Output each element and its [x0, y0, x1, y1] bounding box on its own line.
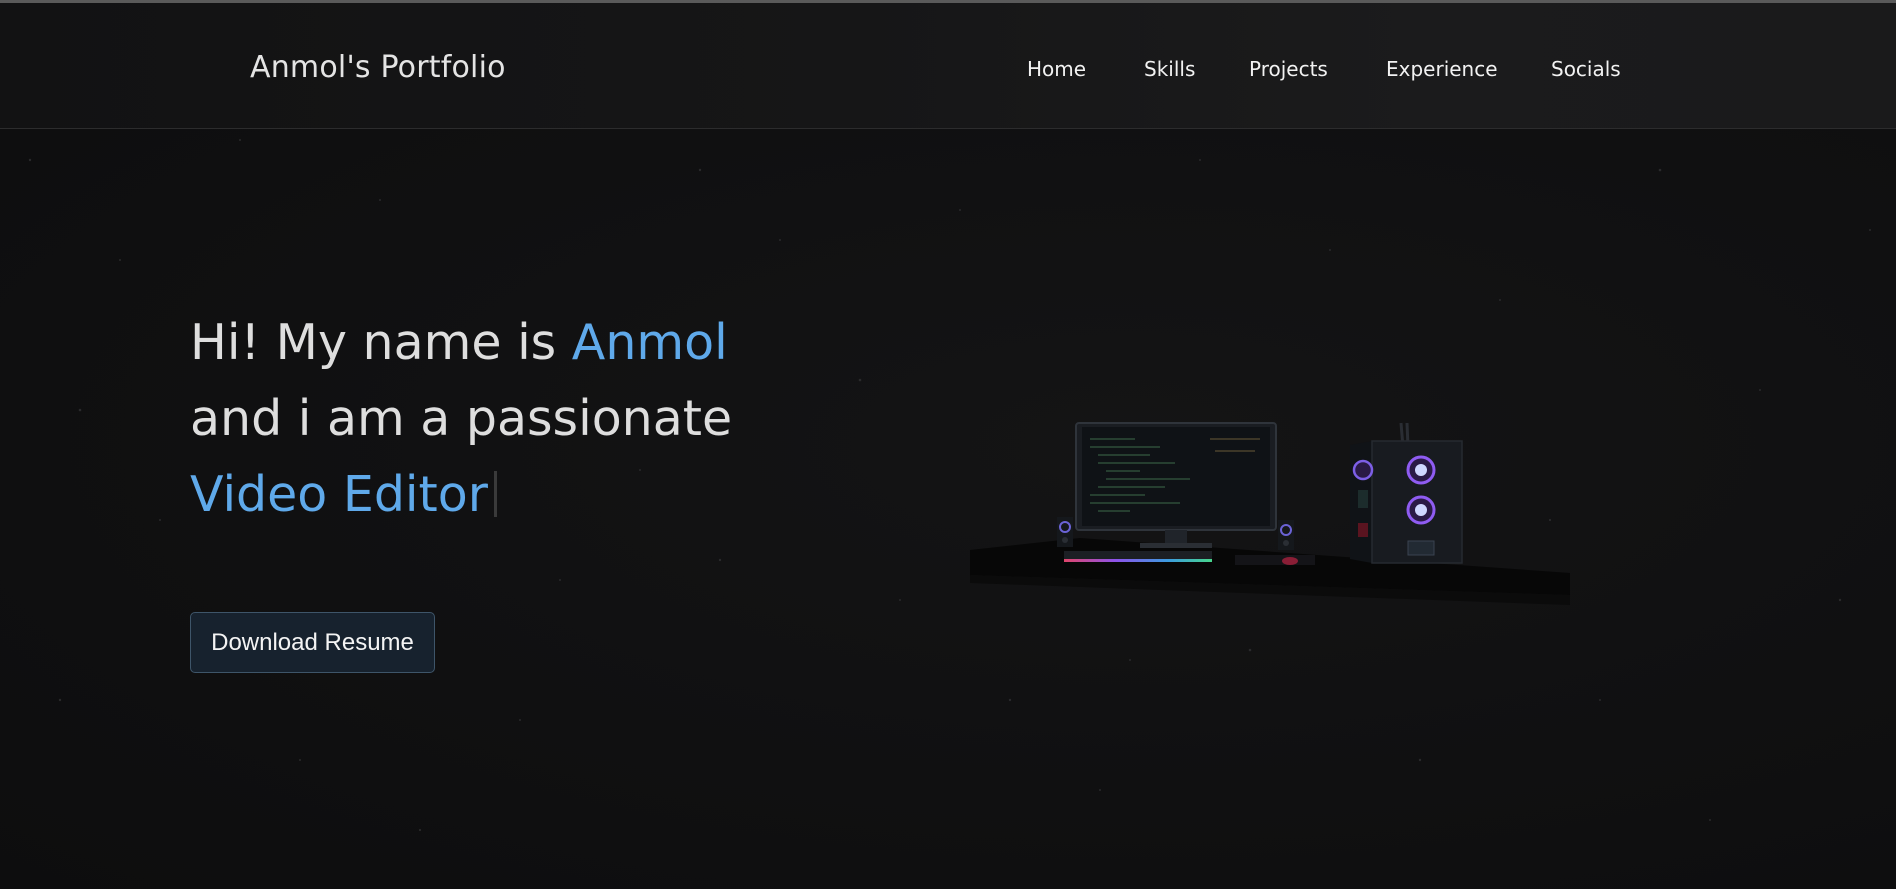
nav-links: Home Skills Projects Experience Socials [0, 57, 1896, 87]
hero-line2: and i am a passionate [190, 390, 733, 447]
typing-caret [493, 471, 497, 517]
hero-heading: Hi! My name is Anmol and i am a passiona… [190, 305, 890, 533]
mouse-icon [1282, 557, 1298, 565]
hero-name: Anmol [571, 314, 728, 371]
nav-link-socials[interactable]: Socials [1551, 57, 1621, 81]
speaker-icon [1057, 517, 1073, 547]
mouse-pad [1235, 555, 1315, 565]
speaker-icon-right [1278, 520, 1294, 550]
hero-line1-prefix: Hi! My name is [190, 314, 572, 371]
nav-link-skills[interactable]: Skills [1144, 57, 1195, 81]
hero-role-typing: Video Editor [190, 466, 488, 523]
navbar: Anmol's Portfolio Home Skills Projects E… [0, 3, 1896, 129]
nav-link-experience[interactable]: Experience [1386, 57, 1498, 81]
monitor-icon [1075, 422, 1277, 548]
download-resume-button[interactable]: Download Resume [190, 612, 435, 673]
portfolio-page: Anmol's Portfolio Home Skills Projects E… [0, 0, 1896, 889]
keyboard-icon [1064, 551, 1212, 562]
nav-link-home[interactable]: Home [1027, 57, 1086, 81]
nav-link-projects[interactable]: Projects [1249, 57, 1328, 81]
pc-case-icon [1350, 422, 1463, 564]
desk-setup-illustration [970, 422, 1570, 605]
